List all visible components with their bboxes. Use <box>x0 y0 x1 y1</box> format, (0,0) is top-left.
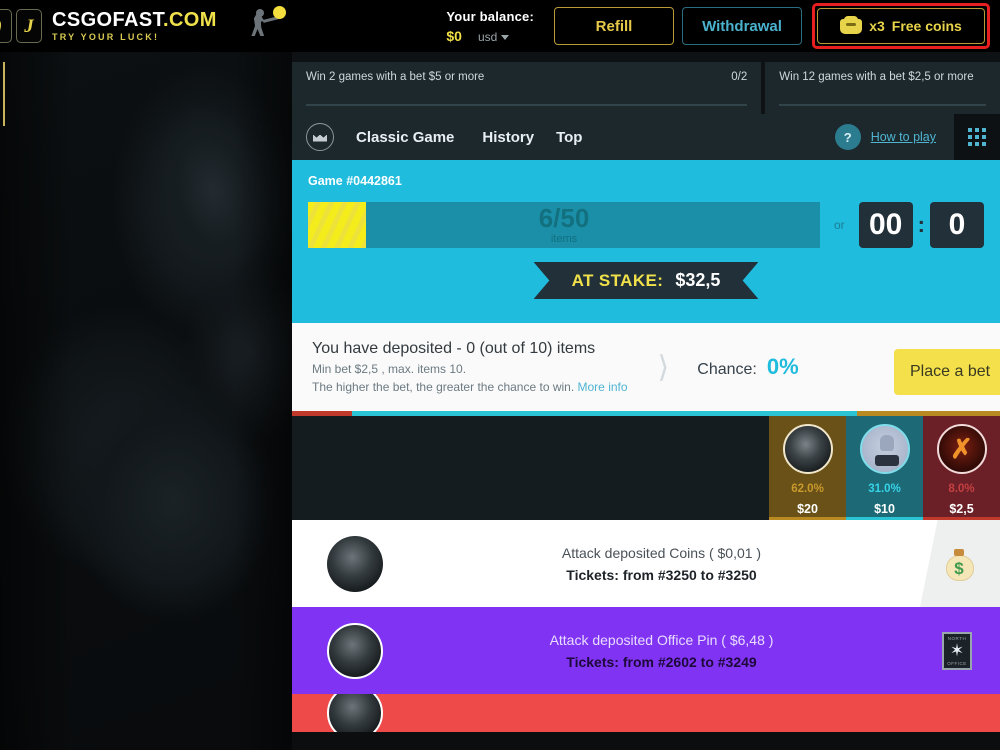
logo-text: CSGOFAST.COM TRY YOUR LUCK! <box>52 10 217 42</box>
quest-card[interactable]: Win 12 games with a bet $2,5 or more <box>765 62 1000 114</box>
top-header: ) J CSGOFAST.COM TRY YOUR LUCK! Your bal… <box>0 0 1000 52</box>
at-stake-value: $32,5 <box>675 270 721 290</box>
player-card[interactable]: 8.0% $2,5 <box>923 416 1000 520</box>
coins-icon <box>840 15 863 34</box>
withdrawal-button[interactable]: Withdrawal <box>682 7 802 45</box>
tab-history[interactable]: History <box>482 129 534 146</box>
at-stake-label: AT STAKE: <box>571 270 664 290</box>
quest-progress: 0/2 <box>731 71 748 83</box>
star-icon: ✶ <box>949 640 965 660</box>
balance-block: Your balance: $0 usd <box>446 9 534 44</box>
game-id: Game #0442861 <box>308 174 402 188</box>
quest-progress-bar <box>306 104 748 106</box>
tab-classic-game[interactable]: Classic Game <box>356 129 454 146</box>
deposit-subline-1: Min bet $2,5 , max. items 10. <box>312 362 467 376</box>
player-silhouette-icon <box>243 4 286 48</box>
deposit-tickets: Tickets: from #3250 to #3250 <box>566 566 757 583</box>
logo-tagline: TRY YOUR LUCK! <box>52 32 160 42</box>
logo-title: CSGOFAST.COM <box>52 9 217 31</box>
deposit-row[interactable]: Attack deposited Office Pin ( $6,48 ) Ti… <box>292 607 1000 694</box>
balance-row: $0 usd <box>446 28 534 44</box>
quest-text: Win 2 games with a bet $5 or more <box>306 71 485 83</box>
logo-glyph: ) <box>0 17 2 36</box>
pin-bottom-text: OFFICE <box>947 660 967 666</box>
site-logo[interactable]: ) J CSGOFAST.COM TRY YOUR LUCK! <box>0 4 286 48</box>
items-progress-bar: 6/50 items <box>308 202 820 248</box>
at-stake-banner: AT STAKE: $32,5 <box>533 262 759 299</box>
nav-right-group: ? How to play <box>834 114 1000 160</box>
quest-progress-bar <box>779 104 986 106</box>
deposit-description: Attack deposited Coins ( $0,01 ) <box>561 544 762 561</box>
chance-label: Chance: <box>697 361 757 378</box>
apps-grid-button[interactable] <box>954 114 1000 160</box>
more-info-link[interactable]: More info <box>578 380 628 394</box>
quest-card[interactable]: Win 2 games with a bet $5 or more 0/2 <box>292 62 762 114</box>
avatar <box>327 535 383 592</box>
player-card[interactable]: 31.0% $10 <box>846 416 923 520</box>
deposit-title: You have deposited - 0 (out of 10) items <box>312 340 596 357</box>
avatar <box>782 424 833 474</box>
or-label: or <box>834 218 845 232</box>
background-overlay <box>0 52 292 750</box>
place-a-bet-button[interactable]: Place a bet <box>894 349 1000 395</box>
avatar <box>936 424 987 474</box>
chance-value: 0% <box>766 354 799 379</box>
chevron-right-icon: ⟩ <box>657 350 670 384</box>
free-coins-button[interactable]: x3 Free coins <box>817 8 985 44</box>
deposit-row[interactable] <box>292 694 1000 732</box>
money-bag-icon <box>946 548 974 581</box>
player-amount: $10 <box>874 502 895 516</box>
game-progress-row: 6/50 items or 00 : 0 <box>308 202 984 248</box>
player-amount: $20 <box>797 502 818 516</box>
avatar <box>859 424 910 474</box>
deposit-tickets: Tickets: from #2602 to #3249 <box>566 653 757 670</box>
deposit-feed: Attack deposited Coins ( $0,01 ) Tickets… <box>292 520 1000 732</box>
balance-amount: $0 <box>446 27 462 44</box>
office-pin-icon: NORTH ✶ OFFICE <box>942 631 972 670</box>
deposit-description: Attack deposited Office Pin ( $6,48 ) <box>549 631 774 648</box>
player-amount: $2,5 <box>949 502 974 516</box>
chevron-down-icon <box>501 34 510 40</box>
game-nav: Classic Game History Top ? How to play <box>292 114 1000 160</box>
deposit-info-text: You have deposited - 0 (out of 10) items… <box>312 340 628 394</box>
items-progress-value: 6/50 <box>538 203 590 233</box>
chance-block: Chance: 0% <box>697 354 798 380</box>
free-coins-highlight: x3 Free coins <box>812 3 990 49</box>
player-chance: 8.0% <box>948 483 975 495</box>
quest-text: Win 12 games with a bet $2,5 or more <box>779 71 974 83</box>
tab-top[interactable]: Top <box>556 129 582 146</box>
currency-selector[interactable]: usd <box>478 30 510 44</box>
players-row: 62.0% $20 31.0% $10 8.0% $2,5 <box>292 416 1000 520</box>
game-panel: Game #0442861 6/50 items or 00 : 0 AT ST… <box>292 160 1000 323</box>
grid-dots-icon <box>968 128 986 146</box>
player-card[interactable]: 62.0% $20 <box>769 416 846 520</box>
crown-icon <box>306 123 334 151</box>
deposit-info-panel: You have deposited - 0 (out of 10) items… <box>292 323 1000 411</box>
avatar <box>327 694 383 732</box>
logo-glyph: J <box>24 15 34 37</box>
deposit-subline-2: The higher the bet, the greater the chan… <box>312 380 628 394</box>
free-coins-multiplier: x3 <box>869 18 885 34</box>
player-chance: 62.0% <box>791 483 824 495</box>
quests-bar: Win 2 games with a bet $5 or more 0/2 Wi… <box>292 52 1000 114</box>
timer-colon: : <box>917 212 925 237</box>
avatar <box>327 622 383 679</box>
deposit-row[interactable]: Attack deposited Coins ( $0,01 ) Tickets… <box>292 520 1000 607</box>
refill-button[interactable]: Refill <box>554 7 674 45</box>
logo-badge-secondary: ) <box>0 9 12 43</box>
logo-badge-primary: J <box>16 9 42 43</box>
offscreen-panel-edge <box>3 62 5 126</box>
balance-label: Your balance: <box>446 8 534 24</box>
help-icon[interactable]: ? <box>834 124 861 150</box>
countdown-timer: 00 : 0 <box>858 202 984 248</box>
main-column: Win 2 games with a bet $5 or more 0/2 Wi… <box>292 52 1000 750</box>
items-progress-unit: items <box>550 233 578 245</box>
timer-seconds: 0 <box>930 202 984 248</box>
page-root: ) J CSGOFAST.COM TRY YOUR LUCK! Your bal… <box>0 0 1000 750</box>
player-chance: 31.0% <box>868 483 901 495</box>
how-to-play-link[interactable]: How to play <box>871 130 936 144</box>
free-coins-label: Free coins <box>891 18 962 34</box>
timer-minutes: 00 <box>858 202 913 248</box>
